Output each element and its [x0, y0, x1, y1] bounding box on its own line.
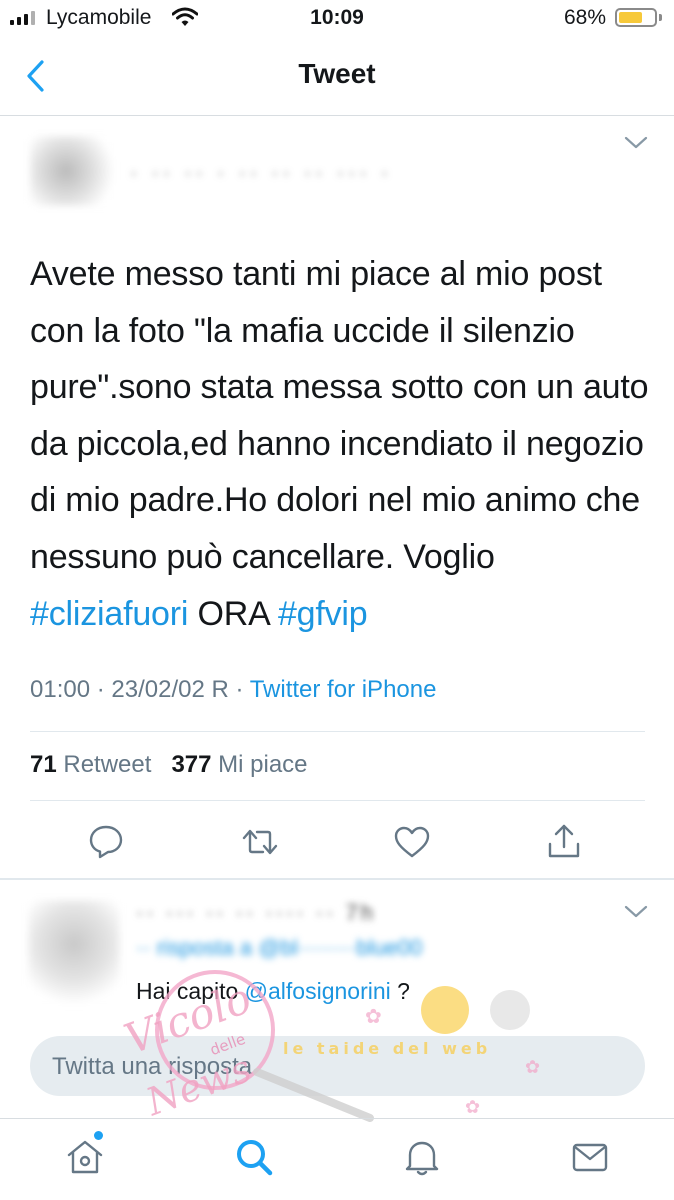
divider: [30, 731, 645, 732]
messages-icon[interactable]: [568, 1135, 612, 1179]
section-divider: [0, 878, 674, 880]
reply-replying-to-blurred[interactable]: ·· risposta a @bl········blue00: [136, 935, 422, 961]
author-name-blurred[interactable]: · ·· ·· · ·· ·· ·· ··· ·: [130, 160, 392, 186]
status-bar: Lycamobile 10:09 68%: [0, 0, 674, 40]
hashtag-link[interactable]: #gfvip: [278, 595, 368, 633]
tweet-stats: 71 Retweet 377 Mi piace: [30, 751, 308, 779]
reply-author-blurred[interactable]: ·· ··· ·· ·· ···· ·· 7h: [136, 900, 376, 926]
tweet-text-segment: Avete messo tanti mi piace al mio post c…: [30, 255, 649, 576]
divider: [30, 800, 645, 801]
reply-text: Hai capito @alfosignorini ?: [136, 978, 410, 1005]
share-icon[interactable]: [542, 820, 586, 864]
svg-text:✿: ✿: [365, 1004, 382, 1028]
home-icon[interactable]: [63, 1135, 107, 1179]
reply-icon[interactable]: [84, 820, 128, 864]
home-notification-dot: [94, 1131, 103, 1140]
tweet-source-link[interactable]: Twitter for iPhone: [250, 676, 437, 703]
reply-compose-placeholder: Twitta una risposta: [52, 1053, 253, 1080]
chevron-down-icon[interactable]: [622, 133, 650, 153]
reply-chevron-down-icon[interactable]: [622, 902, 650, 922]
tab-bar-divider: [0, 1118, 674, 1119]
author-avatar-blurred[interactable]: [30, 136, 120, 206]
page-title: Tweet: [298, 58, 376, 89]
svg-text:✿: ✿: [465, 1097, 480, 1118]
retweet-label[interactable]: Retweet: [63, 751, 151, 778]
reply-mention-link[interactable]: @alfosignorini: [245, 978, 391, 1004]
battery-percent: 68%: [564, 6, 607, 29]
notifications-icon[interactable]: [400, 1135, 444, 1179]
retweet-icon[interactable]: [238, 820, 282, 864]
reply-avatar-blurred[interactable]: [28, 900, 120, 1010]
battery-icon: [615, 8, 657, 27]
search-icon[interactable]: [232, 1135, 276, 1179]
retweet-count[interactable]: 71: [30, 751, 57, 778]
tweet-meta: 01:00 · 23/02/02 R · Twitter for iPhone: [30, 676, 436, 704]
reply-text-prefix: Hai capito: [136, 978, 245, 1004]
like-label[interactable]: Mi piace: [218, 751, 307, 778]
tweet-text-segment: ORA: [188, 594, 278, 633]
battery-tip: [659, 14, 662, 21]
like-count[interactable]: 377: [171, 751, 211, 778]
nav-divider: [0, 115, 674, 116]
like-heart-icon[interactable]: [390, 820, 434, 864]
reply-text-suffix: ?: [390, 978, 410, 1004]
tweet-text: Avete messo tanti mi piace al mio post c…: [30, 246, 650, 642]
hashtag-link[interactable]: #cliziafuori: [30, 595, 188, 633]
tweet-timestamp: 01:00 · 23/02/02 R ·: [30, 676, 250, 703]
